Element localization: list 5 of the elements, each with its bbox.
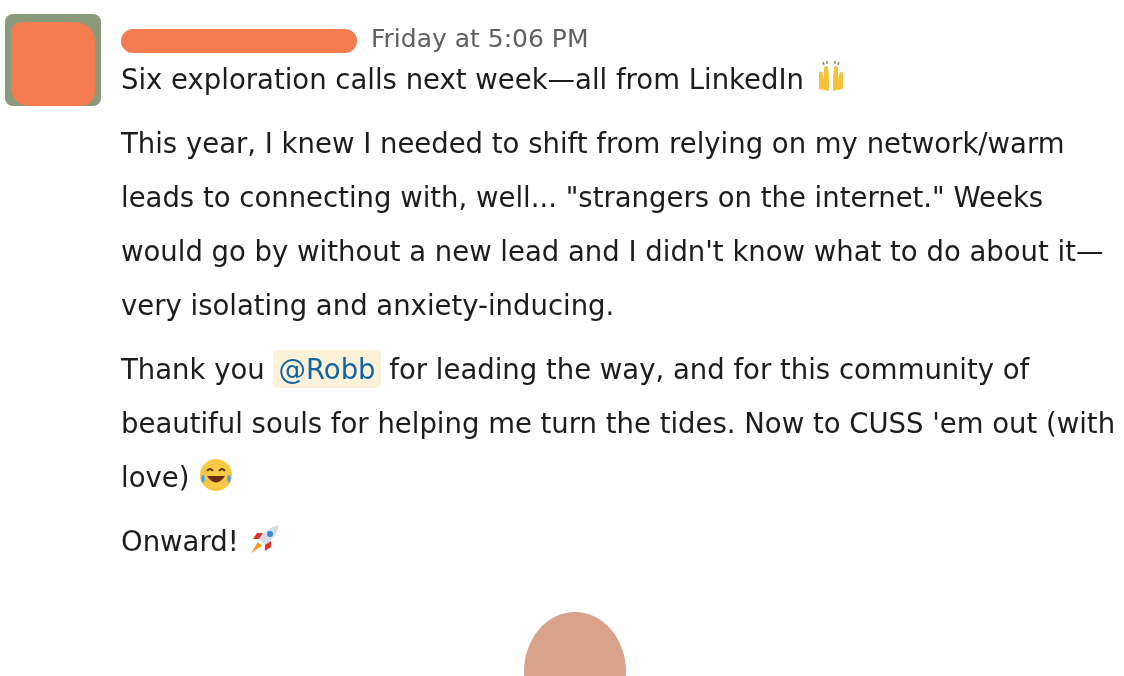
laughing-face-icon bbox=[198, 457, 235, 493]
message-paragraph: Onward! bbox=[121, 514, 1121, 568]
message-paragraph: Thank you @Robb for leading the way, and for this community of beautiful souls for helping me turn the tides. Now to CUSS 'em out (with love) bbox=[121, 342, 1121, 504]
message-paragraph: This year, I knew I needed to shift from relying on my network/warm leads to connecting with, well... "strangers on the internet." Weeks would go by without a new lead and I didn't know what to do about it—very isolating and anxiety-inducing. bbox=[121, 126, 1105, 323]
user-mention-link[interactable]: @Robb bbox=[273, 350, 381, 388]
